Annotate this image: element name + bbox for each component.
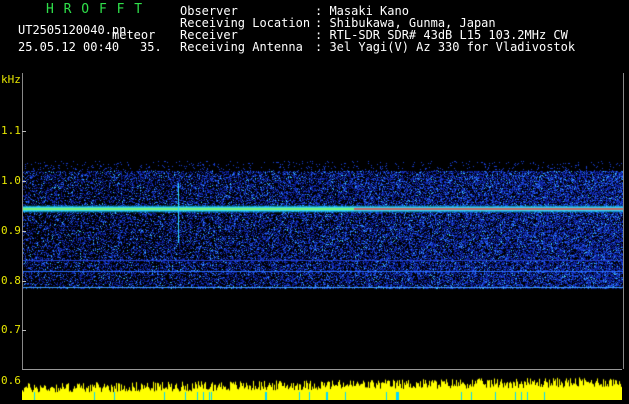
spectrogram-canvas <box>23 73 623 369</box>
freq-unit-label: kHz <box>1 73 21 86</box>
signal-level-canvas <box>22 370 622 400</box>
freq-label: 0.6 <box>1 374 21 387</box>
app-title: H R O F F T <box>46 2 144 17</box>
freq-tick <box>22 330 26 331</box>
antenna-label: Receiving Antenna <box>180 40 303 54</box>
signal-level-strip <box>22 369 622 401</box>
freq-label: 0.9 <box>1 224 21 237</box>
freq-label: 1.0 <box>1 174 21 187</box>
freq-tick <box>22 281 26 282</box>
freq-tick <box>22 181 26 182</box>
antenna-value: : 3el Yagi(V) Az 330 for Vladivostok <box>315 40 576 54</box>
filename-label: UT2505120040.pn <box>18 23 127 37</box>
freq-label: 0.7 <box>1 323 21 336</box>
freq-label: 0.8 <box>1 274 21 287</box>
datetime-label: 25.05.12 00:40 <box>18 40 120 54</box>
freq-tick <box>22 131 26 132</box>
count-label: 35. <box>140 40 162 54</box>
freq-label: 1.1 <box>1 124 21 137</box>
freq-tick <box>22 231 26 232</box>
spectrogram-panel <box>22 73 624 369</box>
